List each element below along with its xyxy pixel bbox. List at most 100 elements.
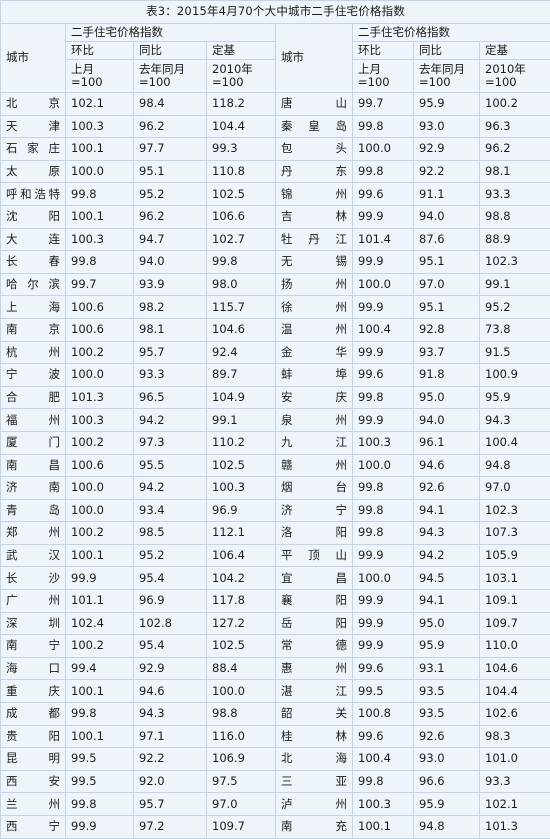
mom-value-right: 99.7 [353, 93, 414, 116]
city-label: 三亚 [281, 775, 347, 788]
yoy-value-left: 95.7 [134, 793, 207, 816]
yoy-value-left: 98.5 [134, 522, 207, 545]
base-value-left: 104.6 [207, 318, 276, 341]
mom-value-left: 102.1 [66, 93, 134, 116]
table-row: 北京102.198.4118.2唐山99.795.9100.2 [1, 93, 550, 116]
city-label: 泉州 [281, 414, 347, 427]
yoy-value-left: 96.2 [134, 115, 207, 138]
city-label: 泸州 [281, 798, 347, 811]
city-name-left: 太原 [1, 160, 66, 183]
base-value-right: 97.0 [480, 477, 550, 500]
table-row: 沈阳100.196.2106.6吉林99.994.098.8 [1, 205, 550, 228]
city-label: 昆明 [6, 752, 60, 765]
city-name-right: 惠州 [276, 657, 353, 680]
yoy-value-right: 94.3 [414, 522, 480, 545]
city-label: 厦门 [6, 436, 60, 449]
base-value-left: 98.0 [207, 273, 276, 296]
mom-value-left: 100.1 [66, 680, 134, 703]
city-name-left: 广州 [1, 590, 66, 613]
mom-value-right: 100.8 [353, 703, 414, 726]
base-value-left: 110.2 [207, 431, 276, 454]
base-value-right: 107.3 [480, 522, 550, 545]
header-group-left: 二手住宅价格指数 [66, 24, 276, 42]
table-row: 深圳102.4102.8127.2岳阳99.995.0109.7 [1, 612, 550, 635]
base-value-left: 117.8 [207, 590, 276, 613]
yoy-value-left: 95.1 [134, 160, 207, 183]
table-row: 南京100.698.1104.6温州100.492.873.8 [1, 318, 550, 341]
city-label: 九江 [281, 436, 347, 449]
table-title: 表3：2015年4月70个大中城市二手住宅价格指数 [1, 1, 550, 24]
mom-value-left: 100.1 [66, 138, 134, 161]
header-group-row: 城市 二手住宅价格指数 城市 二手住宅价格指数 [1, 24, 550, 42]
base-value-right: 93.3 [480, 770, 550, 793]
city-name-right: 宜昌 [276, 567, 353, 590]
base-value-left: 104.9 [207, 386, 276, 409]
yoy-value-right: 92.6 [414, 725, 480, 748]
table-row: 广州101.196.9117.8襄阳99.994.1109.1 [1, 590, 550, 613]
base-value-left: 92.4 [207, 341, 276, 364]
table-row: 石家庄100.197.799.3包头100.092.996.2 [1, 138, 550, 161]
table-row: 大连100.394.7102.7牡丹江101.487.688.9 [1, 228, 550, 251]
yoy-value-left: 93.4 [134, 499, 207, 522]
table-row: 天津100.396.2104.4秦皇岛99.893.096.3 [1, 115, 550, 138]
city-name-right: 温州 [276, 318, 353, 341]
base-value-right: 73.8 [480, 318, 550, 341]
yoy-value-right: 94.6 [414, 454, 480, 477]
mom-value-right: 99.6 [353, 725, 414, 748]
city-name-right: 秦皇岛 [276, 115, 353, 138]
base-value-right: 102.1 [480, 793, 550, 816]
mom-value-left: 102.4 [66, 612, 134, 635]
city-label: 贵阳 [6, 730, 60, 743]
city-name-left: 西安 [1, 770, 66, 793]
base-value-left: 88.4 [207, 657, 276, 680]
mom-value-right: 99.9 [353, 409, 414, 432]
base-value-left: 104.4 [207, 115, 276, 138]
city-label: 长春 [6, 255, 60, 268]
base-value-left: 112.1 [207, 522, 276, 545]
city-label: 秦皇岛 [281, 120, 347, 133]
city-name-right: 九江 [276, 431, 353, 454]
city-label: 天津 [6, 120, 60, 133]
mom-value-right: 100.0 [353, 567, 414, 590]
header-mom-basis-left-line2: =100 [71, 76, 128, 89]
city-label: 杭州 [6, 346, 60, 359]
mom-value-right: 99.8 [353, 499, 414, 522]
yoy-value-left: 97.2 [134, 816, 207, 839]
yoy-value-left: 92.2 [134, 748, 207, 771]
mom-value-right: 99.8 [353, 477, 414, 500]
city-name-left: 成都 [1, 703, 66, 726]
mom-value-left: 100.0 [66, 477, 134, 500]
base-value-right: 93.3 [480, 183, 550, 206]
base-value-right: 102.3 [480, 251, 550, 274]
table-row: 昆明99.592.2106.9北海100.493.0101.0 [1, 748, 550, 771]
table-row: 兰州99.895.797.0泸州100.395.9102.1 [1, 793, 550, 816]
yoy-value-right: 95.9 [414, 635, 480, 658]
mom-value-left: 100.2 [66, 431, 134, 454]
header-city-left: 城市 [1, 24, 66, 93]
mom-value-left: 99.5 [66, 748, 134, 771]
city-name-right: 洛阳 [276, 522, 353, 545]
yoy-value-right: 94.1 [414, 590, 480, 613]
header-mom-basis-right: 上月 =100 [353, 60, 414, 93]
mom-value-left: 99.9 [66, 567, 134, 590]
city-name-left: 海口 [1, 657, 66, 680]
table-sheet: 表3：2015年4月70个大中城市二手住宅价格指数 城市 二手住宅价格指数 城市… [0, 0, 550, 801]
city-name-right: 襄阳 [276, 590, 353, 613]
yoy-value-left: 97.7 [134, 138, 207, 161]
city-name-right: 唐山 [276, 93, 353, 116]
base-value-left: 100.0 [207, 680, 276, 703]
base-value-right: 100.4 [480, 431, 550, 454]
base-value-left: 96.9 [207, 499, 276, 522]
city-name-right: 锦州 [276, 183, 353, 206]
yoy-value-right: 91.1 [414, 183, 480, 206]
mom-value-left: 99.9 [66, 816, 134, 839]
city-label: 徐州 [281, 301, 347, 314]
city-label: 北京 [6, 97, 60, 110]
mom-value-right: 99.5 [353, 680, 414, 703]
yoy-value-left: 98.2 [134, 296, 207, 319]
city-label: 岳阳 [281, 617, 347, 630]
base-value-left: 106.6 [207, 205, 276, 228]
base-value-right: 102.3 [480, 499, 550, 522]
city-label: 广州 [6, 594, 60, 607]
mom-value-left: 100.6 [66, 318, 134, 341]
